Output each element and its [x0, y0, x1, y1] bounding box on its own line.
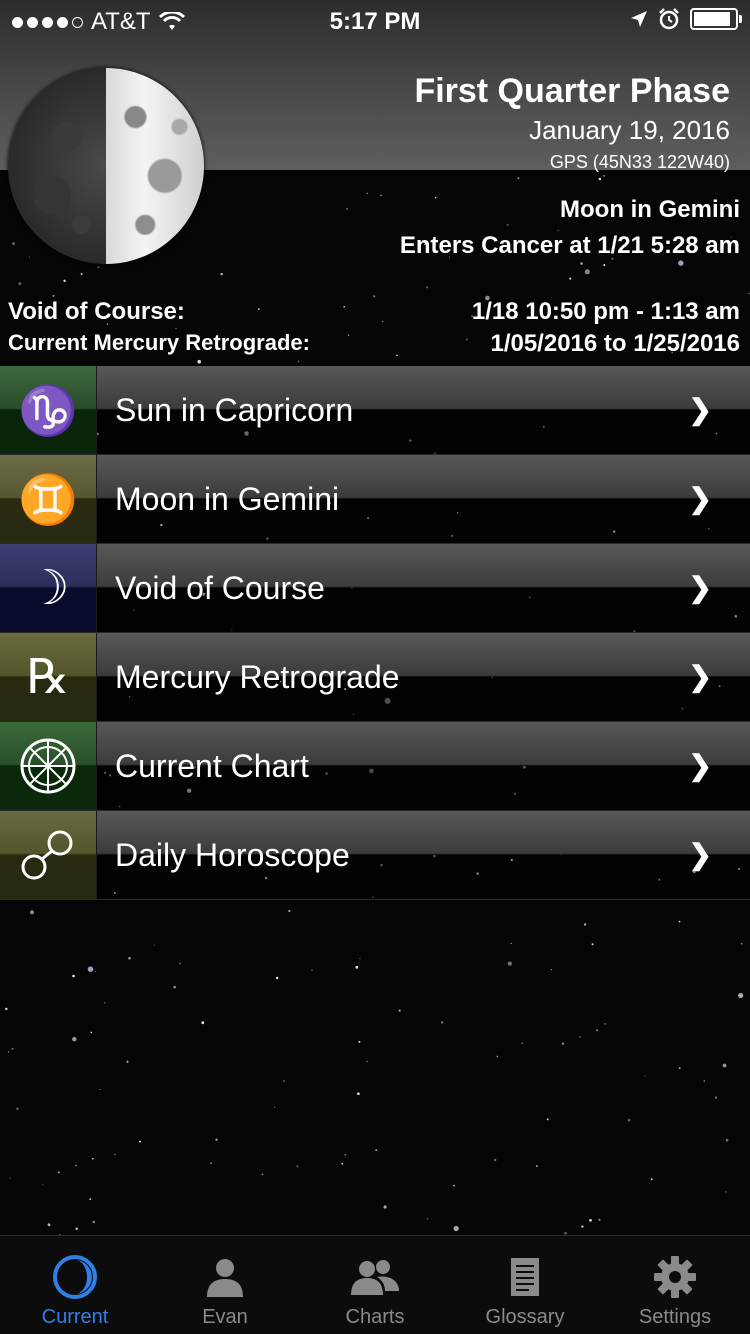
menu-item-label: Current Chart [115, 747, 309, 784]
crescent-moon-icon: ☽ [0, 544, 96, 632]
void-of-course-label: Void of Course: [8, 298, 185, 325]
tab-settings[interactable]: Settings [600, 1236, 750, 1334]
battery-icon [690, 8, 742, 30]
gps-coordinates: GPS (45N33 122W40) [549, 152, 730, 172]
phase-date: January 19, 2016 [529, 115, 730, 145]
menu-item-label: Daily Horoscope [115, 836, 350, 873]
retrograde-icon: ℞ [0, 633, 96, 721]
mercury-retrograde-label: Current Mercury Retrograde: [8, 330, 310, 355]
capricorn-icon: ♑ [0, 366, 96, 454]
tab-label: Current [41, 1306, 109, 1328]
status-bar: AT&T 5:17 PM [0, 0, 750, 40]
enters-next-sign: Enters Cancer at 1/21 5:28 am [399, 232, 740, 259]
menu-item-label: Sun in Capricorn [115, 391, 354, 428]
location-arrow-icon [631, 11, 647, 27]
menu-item-label: Mercury Retrograde [115, 658, 400, 695]
chevron-right-icon: ❯ [688, 572, 712, 603]
horoscope-icon [0, 811, 96, 899]
tab-label: Glossary [485, 1306, 565, 1328]
moon-sign-info: Moon in Gemini Enters Cancer at 1/21 5:2… [400, 192, 740, 264]
menu-item-void-of-course[interactable]: ☽ Void of Course ❯ [0, 544, 750, 633]
tab-bar: Current Evan Charts Glossary Settings [0, 1235, 750, 1334]
chevron-right-icon: ❯ [688, 394, 712, 425]
menu-item-label: Void of Course [115, 569, 325, 606]
people-icon [349, 1254, 401, 1300]
moon-sign: Moon in Gemini [560, 196, 740, 223]
tab-evan[interactable]: Evan [150, 1236, 300, 1334]
course-info: Void of Course: 1/18 10:50 pm - 1:13 am … [8, 298, 740, 358]
phase-title: First Quarter Phase [414, 72, 730, 110]
tab-label: Settings [638, 1306, 712, 1328]
chart-wheel-icon [0, 722, 96, 810]
tab-charts[interactable]: Charts [300, 1236, 450, 1334]
phase-info: First Quarter Phase January 19, 2016 GPS… [414, 72, 730, 173]
menu-item-sun-in-capricorn[interactable]: ♑ Sun in Capricorn ❯ [0, 366, 750, 455]
menu-list: ♑ Sun in Capricorn ❯ ♊ Moon in Gemini ❯ … [0, 366, 750, 900]
gear-icon [653, 1254, 697, 1300]
void-of-course-value: 1/18 10:50 pm - 1:13 am [471, 298, 740, 325]
mercury-retrograde-value: 1/05/2016 to 1/25/2016 [490, 330, 740, 357]
gemini-icon: ♊ [0, 455, 96, 543]
moon-phase-image [8, 68, 204, 264]
menu-item-daily-horoscope[interactable]: Daily Horoscope ❯ [0, 811, 750, 900]
chevron-right-icon: ❯ [688, 661, 712, 692]
menu-item-label: Moon in Gemini [115, 480, 340, 517]
menu-item-moon-in-gemini[interactable]: ♊ Moon in Gemini ❯ [0, 455, 750, 544]
document-icon [509, 1254, 541, 1300]
moon-tab-icon [52, 1254, 98, 1300]
menu-item-current-chart[interactable]: Current Chart ❯ [0, 722, 750, 811]
tab-label: Charts [345, 1306, 405, 1328]
chevron-right-icon: ❯ [688, 750, 712, 781]
tab-glossary[interactable]: Glossary [450, 1236, 600, 1334]
tab-label: Evan [202, 1306, 248, 1328]
alarm-icon [659, 8, 679, 30]
tab-current[interactable]: Current [0, 1236, 150, 1334]
chevron-right-icon: ❯ [688, 839, 712, 870]
menu-item-mercury-retrograde[interactable]: ℞ Mercury Retrograde ❯ [0, 633, 750, 722]
person-icon [203, 1254, 247, 1300]
chevron-right-icon: ❯ [688, 483, 712, 514]
